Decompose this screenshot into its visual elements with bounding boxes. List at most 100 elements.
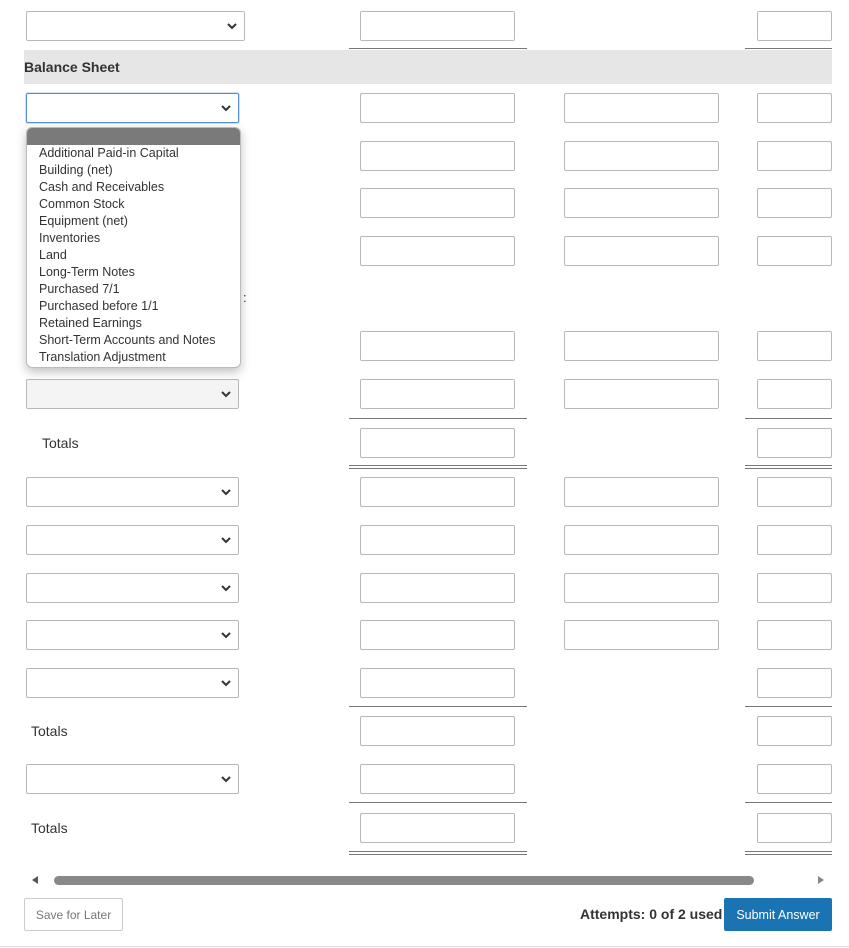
- chevron-down-icon: [220, 388, 232, 400]
- total-input[interactable]: [757, 716, 832, 746]
- total-input[interactable]: [360, 813, 515, 843]
- amount-input[interactable]: [360, 141, 515, 171]
- dropdown-option[interactable]: Short-Term Accounts and Notes: [27, 332, 240, 349]
- scrollbar-thumb[interactable]: [54, 876, 754, 885]
- horizontal-scrollbar[interactable]: [24, 872, 832, 888]
- dropdown-option[interactable]: Common Stock: [27, 196, 240, 213]
- chevron-down-icon: [220, 582, 232, 594]
- account-select[interactable]: [26, 668, 239, 698]
- account-select[interactable]: [26, 379, 239, 409]
- chevron-down-icon: [220, 629, 232, 641]
- amount-input[interactable]: [564, 188, 719, 218]
- totals-label: Totals: [31, 820, 68, 836]
- total-input[interactable]: [360, 428, 515, 458]
- chevron-down-icon: [220, 677, 232, 689]
- amount-input[interactable]: [757, 477, 832, 507]
- account-dropdown-list[interactable]: Additional Paid-in Capital Building (net…: [26, 127, 241, 368]
- double-rule: [745, 851, 832, 855]
- double-rule: [349, 465, 527, 469]
- rule: [745, 802, 832, 803]
- amount-input[interactable]: [564, 379, 719, 409]
- colon-label: :: [243, 290, 247, 305]
- amount-input[interactable]: [564, 236, 719, 266]
- amount-input[interactable]: [360, 11, 515, 41]
- rule: [349, 706, 527, 707]
- rule: [745, 418, 832, 419]
- chevron-down-icon: [226, 20, 238, 32]
- section-title: Balance Sheet: [24, 59, 120, 75]
- amount-input[interactable]: [757, 188, 832, 218]
- amount-input[interactable]: [757, 141, 832, 171]
- divider: [0, 946, 849, 947]
- amount-input[interactable]: [564, 141, 719, 171]
- amount-input[interactable]: [757, 379, 832, 409]
- save-for-later-button[interactable]: Save for Later: [24, 898, 123, 931]
- amount-input[interactable]: [360, 188, 515, 218]
- submit-answer-button[interactable]: Submit Answer: [724, 898, 832, 931]
- dropdown-option[interactable]: Translation Adjustment: [27, 349, 240, 366]
- dropdown-option[interactable]: Inventories: [27, 230, 240, 247]
- amount-input[interactable]: [757, 668, 832, 698]
- amount-input[interactable]: [564, 477, 719, 507]
- rule: [349, 48, 527, 49]
- dropdown-option[interactable]: Building (net): [27, 162, 240, 179]
- dropdown-option[interactable]: Additional Paid-in Capital: [27, 145, 240, 162]
- amount-input[interactable]: [757, 236, 832, 266]
- amount-input[interactable]: [564, 620, 719, 650]
- account-select[interactable]: [26, 620, 239, 650]
- amount-input[interactable]: [564, 93, 719, 123]
- amount-input[interactable]: [564, 525, 719, 555]
- amount-input[interactable]: [564, 331, 719, 361]
- dropdown-option[interactable]: Long-Term Notes: [27, 264, 240, 281]
- dropdown-option[interactable]: Cash and Receivables: [27, 179, 240, 196]
- amount-input[interactable]: [757, 331, 832, 361]
- total-input[interactable]: [757, 813, 832, 843]
- scroll-right-arrow-icon[interactable]: [818, 876, 824, 884]
- rule: [349, 418, 527, 419]
- amount-input[interactable]: [360, 573, 515, 603]
- amount-input[interactable]: [360, 379, 515, 409]
- amount-input[interactable]: [360, 331, 515, 361]
- attempts-label: Attempts: 0 of 2 used: [580, 906, 723, 922]
- amount-input[interactable]: [757, 11, 832, 41]
- rule: [349, 802, 527, 803]
- amount-input[interactable]: [360, 620, 515, 650]
- total-input[interactable]: [757, 428, 832, 458]
- amount-input[interactable]: [360, 668, 515, 698]
- amount-input[interactable]: [360, 93, 515, 123]
- totals-label: Totals: [42, 435, 79, 451]
- account-select[interactable]: [26, 93, 239, 123]
- dropdown-option[interactable]: Retained Earnings: [27, 315, 240, 332]
- account-select[interactable]: [26, 525, 239, 555]
- account-select[interactable]: [26, 764, 239, 794]
- section-header: Balance Sheet: [24, 50, 832, 84]
- amount-input[interactable]: [757, 93, 832, 123]
- chevron-down-icon: [220, 486, 232, 498]
- amount-input[interactable]: [564, 573, 719, 603]
- rule: [745, 48, 832, 49]
- account-select[interactable]: [26, 11, 245, 41]
- double-rule: [349, 851, 527, 855]
- double-rule: [745, 465, 832, 469]
- amount-input[interactable]: [360, 764, 515, 794]
- amount-input[interactable]: [757, 620, 832, 650]
- rule: [745, 706, 832, 707]
- dropdown-option[interactable]: Equipment (net): [27, 213, 240, 230]
- amount-input[interactable]: [360, 525, 515, 555]
- totals-label: Totals: [31, 723, 68, 739]
- amount-input[interactable]: [757, 525, 832, 555]
- amount-input[interactable]: [360, 236, 515, 266]
- amount-input[interactable]: [757, 573, 832, 603]
- dropdown-option[interactable]: Purchased before 1/1: [27, 298, 240, 315]
- account-select[interactable]: [26, 477, 239, 507]
- amount-input[interactable]: [360, 477, 515, 507]
- total-input[interactable]: [360, 716, 515, 746]
- amount-input[interactable]: [757, 764, 832, 794]
- dropdown-option[interactable]: Land: [27, 247, 240, 264]
- chevron-down-icon: [220, 534, 232, 546]
- dropdown-blank-option[interactable]: [27, 128, 240, 145]
- dropdown-option[interactable]: Purchased 7/1: [27, 281, 240, 298]
- account-select[interactable]: [26, 573, 239, 603]
- chevron-down-icon: [220, 773, 232, 785]
- scroll-left-arrow-icon[interactable]: [32, 876, 38, 884]
